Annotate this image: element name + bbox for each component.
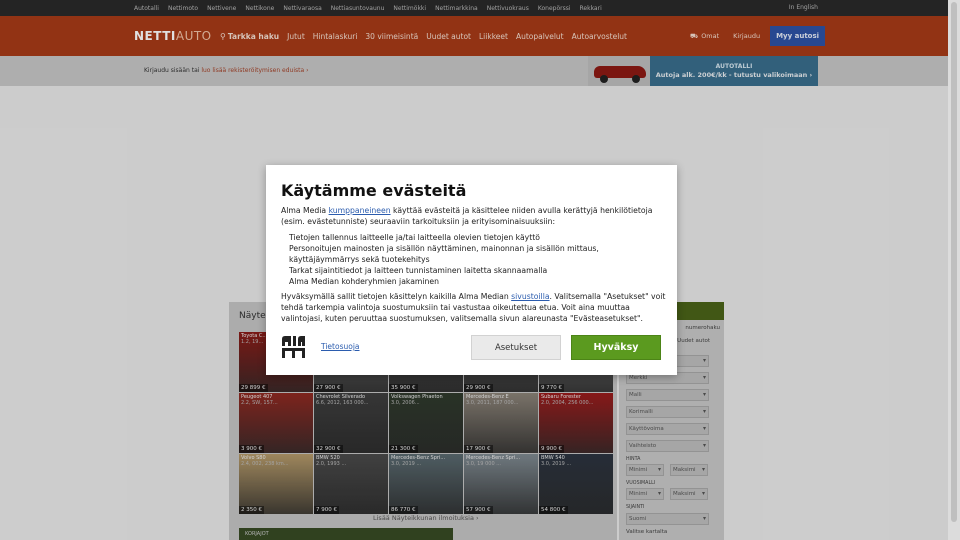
- purpose-item: Tarkat sijaintitiedot ja laitteen tunnis…: [289, 266, 548, 275]
- sites-link[interactable]: sivustoilla: [511, 292, 549, 301]
- dialog-outro: Hyväksymällä sallit tietojen käsittelyn …: [281, 291, 666, 324]
- purpose-item: Personoitujen mainosten ja sisällön näyt…: [289, 244, 599, 264]
- dialog-intro: Alma Media kumppaneineen käyttää evästei…: [281, 205, 666, 227]
- intro-text-a: Alma Media: [281, 206, 329, 215]
- outro-text-a: Hyväksymällä sallit tietojen käsittelyn …: [281, 292, 512, 301]
- scrollbar-thumb[interactable]: [951, 2, 957, 522]
- purpose-item: Tietojen tallennus laitteelle ja/tai lai…: [289, 233, 540, 242]
- accept-button[interactable]: Hyväksy: [571, 335, 661, 360]
- page-scrollbar[interactable]: [948, 0, 960, 540]
- settings-button[interactable]: Asetukset: [471, 335, 561, 360]
- alma-logo-icon: [281, 335, 306, 359]
- partners-link[interactable]: kumppaneineen: [329, 206, 391, 215]
- dialog-title: Käytämme evästeitä: [281, 181, 467, 200]
- privacy-link[interactable]: Tietosuoja: [321, 342, 360, 351]
- purpose-item: Alma Median kohderyhmien jakaminen: [289, 277, 440, 286]
- purpose-list: Tietojen tallennus laitteelle ja/tai lai…: [289, 232, 659, 287]
- cookie-consent-dialog: Käytämme evästeitä Alma Media kumppanein…: [266, 165, 677, 375]
